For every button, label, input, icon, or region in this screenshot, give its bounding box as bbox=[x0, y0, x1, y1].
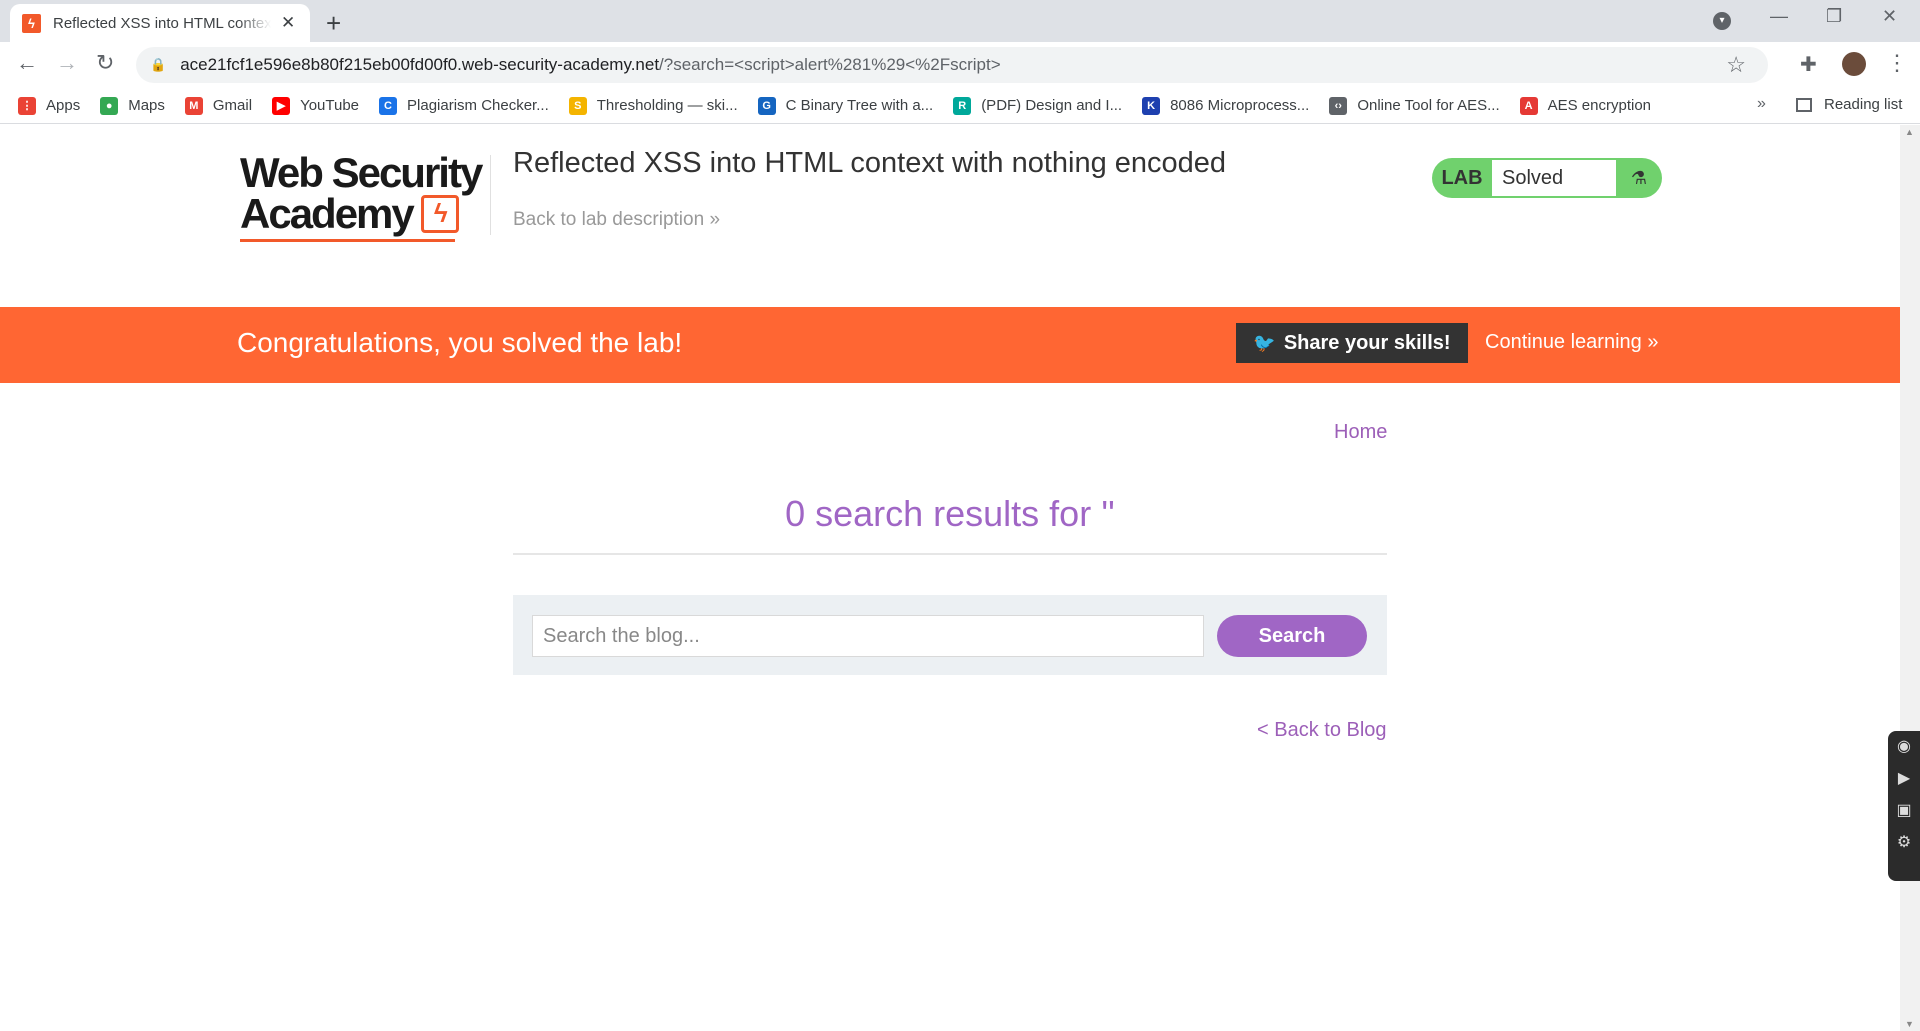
page-scrollbar[interactable]: ▲ ▼ bbox=[1900, 125, 1920, 1031]
bookmark-maps[interactable]: ● Maps bbox=[100, 96, 165, 115]
bookmark-aes-encryption[interactable]: A AES encryption bbox=[1519, 96, 1652, 115]
close-tab-icon[interactable]: ✕ bbox=[281, 13, 295, 33]
maps-pin-icon: ● bbox=[100, 96, 119, 115]
video-icon[interactable]: ▶ bbox=[1888, 763, 1920, 795]
congrats-message: Congratulations, you solved the lab! bbox=[237, 327, 683, 358]
search-button[interactable]: Search bbox=[1217, 615, 1367, 657]
logo-line1: Web Security bbox=[240, 149, 483, 196]
continue-learning-link[interactable]: Continue learning » bbox=[1485, 331, 1658, 354]
address-bar[interactable]: 🔒 ace21fcf1e596e8b80f215eb00fd00f0.web-s… bbox=[136, 47, 1768, 83]
search-input[interactable] bbox=[532, 615, 1204, 657]
browser-menu-icon[interactable]: ⋮ bbox=[1886, 50, 1908, 76]
bookmark-8086[interactable]: K 8086 Microprocess... bbox=[1142, 96, 1310, 115]
lock-icon[interactable]: 🔒 bbox=[150, 57, 166, 73]
back-to-blog-link[interactable]: < Back to Blog bbox=[1257, 719, 1387, 742]
profile-avatar[interactable] bbox=[1842, 52, 1866, 76]
extensions-puzzle-icon[interactable]: ✚ bbox=[1800, 52, 1817, 77]
apps-grid-icon: ⋮ bbox=[18, 96, 36, 115]
bookmarks-bar: ⋮ Apps ● Maps M Gmail ▶ YouTube C Plagiarism … bbox=[0, 88, 1920, 124]
screen-capture-widget: ◉ ▶ ▣ ⚙ bbox=[1888, 731, 1920, 881]
reading-list-icon bbox=[1796, 97, 1812, 112]
bookmark-label: Apps bbox=[46, 97, 81, 114]
tab-strip: ϟ Reflected XSS into HTML context ✕ + ▾ … bbox=[0, 0, 1920, 42]
portswigger-favicon-icon: ϟ bbox=[22, 13, 41, 33]
researchgate-icon: R bbox=[953, 96, 972, 115]
bookmark-label: AES encryption bbox=[1547, 97, 1652, 114]
lab-status-badge: LAB Solved ⚗ bbox=[1432, 158, 1662, 198]
home-link[interactable]: Home bbox=[1334, 421, 1387, 444]
8086-site-icon: K bbox=[1142, 96, 1161, 115]
logo-line2-wrap: Academy ϟ bbox=[240, 193, 490, 235]
close-window-icon[interactable]: ✕ bbox=[1882, 6, 1897, 27]
bookmark-plagiarism[interactable]: C Plagiarism Checker... bbox=[379, 96, 549, 115]
bookmark-label: Gmail bbox=[212, 97, 253, 114]
bookmark-star-icon[interactable]: ☆ bbox=[1726, 52, 1746, 78]
scroll-down-icon[interactable]: ▼ bbox=[1905, 1019, 1914, 1029]
gallery-icon[interactable]: ▣ bbox=[1888, 795, 1920, 827]
bookmark-label: C Binary Tree with a... bbox=[785, 97, 934, 114]
scroll-up-icon[interactable]: ▲ bbox=[1905, 127, 1914, 137]
browser-toolbar: ← → ↻ 🔒 ace21fcf1e596e8b80f215eb00fd00f0… bbox=[0, 42, 1920, 88]
forward-arrow-icon[interactable]: → bbox=[56, 50, 78, 76]
back-to-lab-description-link[interactable]: Back to lab description » bbox=[513, 209, 720, 231]
bookmark-label: Plagiarism Checker... bbox=[407, 97, 549, 114]
reading-list-button[interactable]: Reading list bbox=[1796, 96, 1902, 113]
more-bookmarks-icon[interactable]: » bbox=[1757, 95, 1766, 113]
bookmark-label: Maps bbox=[128, 97, 165, 114]
bookmark-binary-tree[interactable]: G C Binary Tree with a... bbox=[757, 96, 934, 115]
settings-gear-icon[interactable]: ⚙ bbox=[1888, 827, 1920, 859]
scikit-icon: S bbox=[568, 96, 587, 115]
aes-site-icon: A bbox=[1519, 96, 1538, 115]
tab-search-icon[interactable]: ▾ bbox=[1713, 12, 1731, 30]
twitter-icon: 🐦 bbox=[1253, 332, 1276, 353]
reading-list-label: Reading list bbox=[1824, 96, 1903, 113]
page-content: Web Security Academy ϟ Reflected XSS into… bbox=[0, 125, 1900, 1031]
search-results-title: 0 search results for '' bbox=[785, 493, 1115, 534]
search-form: Search bbox=[513, 595, 1387, 675]
lab-label: LAB bbox=[1441, 166, 1483, 189]
logo-line2: Academy bbox=[240, 190, 415, 237]
flask-icon: ⚗ bbox=[1630, 167, 1648, 188]
bookmark-apps[interactable]: ⋮ Apps bbox=[18, 96, 81, 115]
header-divider bbox=[490, 155, 491, 235]
camera-icon[interactable]: ◉ bbox=[1888, 731, 1920, 763]
youtube-icon: ▶ bbox=[272, 96, 291, 115]
binary-tree-site-icon: G bbox=[757, 96, 776, 115]
solved-banner: Congratulations, you solved the lab! 🐦 S… bbox=[0, 307, 1900, 383]
bookmark-label: Online Tool for AES... bbox=[1357, 97, 1500, 114]
back-arrow-icon[interactable]: ← bbox=[16, 50, 38, 76]
minimize-icon[interactable]: — bbox=[1770, 6, 1788, 27]
tab-title: Reflected XSS into HTML context bbox=[53, 14, 271, 32]
bookmark-gmail[interactable]: M Gmail bbox=[184, 96, 253, 115]
browser-window: ϟ Reflected XSS into HTML context ✕ + ▾ … bbox=[0, 0, 1920, 1031]
bookmark-pdf-design[interactable]: R (PDF) Design and I... bbox=[953, 96, 1123, 115]
url-path: /?search=<script>alert%281%29<%2Fscript> bbox=[659, 55, 1001, 74]
bookmark-label: (PDF) Design and I... bbox=[981, 97, 1123, 114]
share-label: Share your skills! bbox=[1283, 331, 1451, 354]
bookmark-label: 8086 Microprocess... bbox=[1170, 97, 1310, 114]
url-host: ace21fcf1e596e8b80f215eb00fd00f0.web-sec… bbox=[180, 55, 660, 74]
bookmark-label: YouTube bbox=[300, 97, 360, 114]
active-tab[interactable]: ϟ Reflected XSS into HTML context ✕ bbox=[10, 4, 310, 42]
web-security-academy-logo[interactable]: Web Security Academy ϟ bbox=[240, 149, 490, 253]
bookmark-label: Thresholding — ski... bbox=[596, 97, 738, 114]
lab-title: Reflected XSS into HTML context with not… bbox=[513, 147, 1227, 179]
restore-icon[interactable]: ❐ bbox=[1826, 6, 1842, 27]
gmail-icon: M bbox=[184, 96, 203, 115]
bookmark-youtube[interactable]: ▶ YouTube bbox=[272, 96, 360, 115]
results-divider bbox=[513, 553, 1387, 555]
share-skills-button[interactable]: 🐦 Share your skills! bbox=[1236, 323, 1468, 363]
new-tab-icon[interactable]: + bbox=[326, 8, 341, 39]
bookmark-aes-tool[interactable]: ‹› Online Tool for AES... bbox=[1329, 96, 1500, 115]
reload-icon[interactable]: ↻ bbox=[96, 50, 114, 76]
lab-status: Solved bbox=[1492, 160, 1616, 196]
logo-underline bbox=[240, 239, 455, 242]
code-icon: ‹› bbox=[1329, 96, 1348, 115]
bookmark-thresholding[interactable]: S Thresholding — ski... bbox=[568, 96, 738, 115]
plagiarism-checker-icon: C bbox=[379, 96, 398, 115]
lightning-bolt-icon: ϟ bbox=[420, 195, 459, 233]
